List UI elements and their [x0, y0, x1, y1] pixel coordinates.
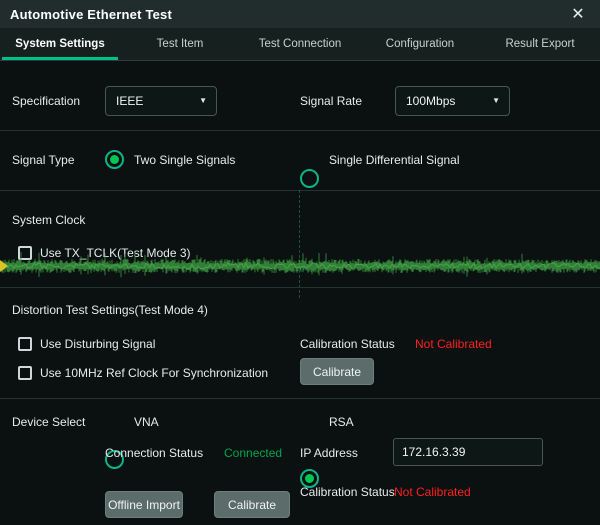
- use-ref-clock-checkbox[interactable]: [18, 366, 32, 380]
- radio-two-single-signals[interactable]: [105, 150, 124, 169]
- system-clock-label: System Clock: [12, 213, 85, 227]
- automotive-ethernet-test-dialog: Automotive Ethernet Test ✕ System Settin…: [0, 0, 600, 525]
- tab-bar: System Settings Test Item Test Connectio…: [0, 28, 600, 61]
- distortion-calibrate-button[interactable]: Calibrate: [300, 358, 374, 385]
- tab-configuration[interactable]: Configuration: [360, 28, 480, 60]
- chevron-down-icon: ▼: [492, 97, 500, 105]
- device-calibration-status-label: Calibration Status: [300, 485, 395, 499]
- specification-label: Specification: [12, 94, 80, 108]
- signal-rate-dropdown[interactable]: 100Mbps ▼: [395, 86, 510, 116]
- offline-import-button[interactable]: Offline Import: [105, 491, 183, 518]
- divider: [0, 130, 600, 131]
- use-disturbing-signal-label: Use Disturbing Signal: [40, 337, 155, 351]
- device-select-label: Device Select: [12, 415, 85, 429]
- rsa-label: RSA: [329, 415, 354, 429]
- distortion-settings-label: Distortion Test Settings(Test Mode 4): [12, 303, 208, 317]
- connection-status-value: Connected: [224, 446, 282, 460]
- distortion-calibration-status-value: Not Calibrated: [415, 337, 492, 351]
- signal-rate-value: 100Mbps: [406, 94, 482, 108]
- ip-address-input[interactable]: [393, 438, 543, 466]
- specification-value: IEEE: [116, 94, 189, 108]
- trigger-marker-icon: [0, 260, 8, 272]
- tab-test-connection[interactable]: Test Connection: [240, 28, 360, 60]
- distortion-calibration-status-label: Calibration Status: [300, 337, 395, 351]
- divider: [0, 398, 600, 399]
- divider: [0, 287, 600, 288]
- divider: [0, 190, 600, 191]
- trigger-position-line: [299, 190, 300, 298]
- title-bar: Automotive Ethernet Test ✕: [0, 0, 600, 28]
- use-disturbing-signal-checkbox[interactable]: [18, 337, 32, 351]
- single-differential-signal-label: Single Differential Signal: [329, 153, 460, 167]
- waveform-trace: [0, 252, 600, 280]
- window-title: Automotive Ethernet Test: [10, 7, 172, 22]
- signal-type-label: Signal Type: [12, 153, 75, 167]
- chevron-down-icon: ▼: [199, 97, 207, 105]
- vna-label: VNA: [134, 415, 159, 429]
- signal-rate-label: Signal Rate: [300, 94, 362, 108]
- use-ref-clock-label: Use 10MHz Ref Clock For Synchronization: [40, 366, 268, 380]
- tab-test-item[interactable]: Test Item: [120, 28, 240, 60]
- radio-single-differential-signal[interactable]: [300, 169, 319, 188]
- ip-address-label: IP Address: [300, 446, 358, 460]
- device-calibration-status-value: Not Calibrated: [394, 485, 471, 499]
- tab-system-settings[interactable]: System Settings: [0, 28, 120, 60]
- two-single-signals-label: Two Single Signals: [134, 153, 235, 167]
- connection-status-label: Connection Status: [105, 446, 203, 460]
- close-icon[interactable]: ✕: [566, 2, 590, 26]
- specification-dropdown[interactable]: IEEE ▼: [105, 86, 217, 116]
- device-calibrate-button[interactable]: Calibrate: [214, 491, 290, 518]
- tab-result-export[interactable]: Result Export: [480, 28, 600, 60]
